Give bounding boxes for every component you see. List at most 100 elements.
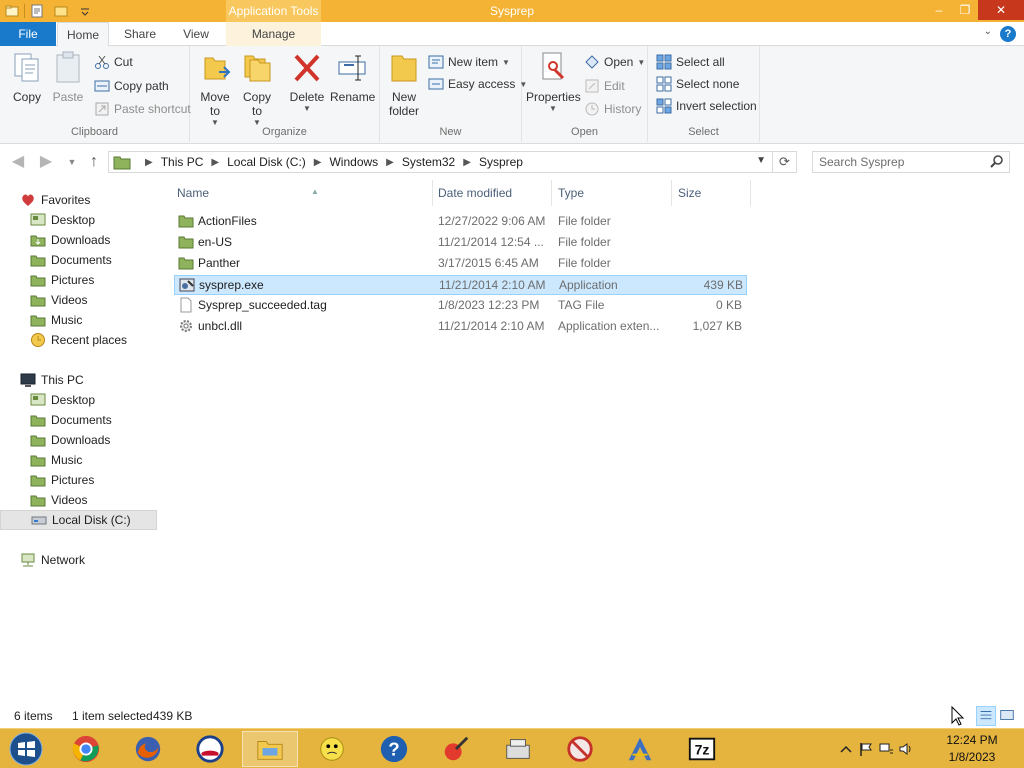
back-button[interactable]: ◀ [8, 152, 28, 172]
address-bar[interactable]: ▶ This PC ▶ Local Disk (C:) ▶ Windows ▶ … [108, 151, 797, 173]
nav-item-local-disk[interactable]: Local Disk (C:) [0, 510, 157, 530]
forward-button[interactable]: ▶ [36, 152, 56, 172]
volume-icon[interactable] [898, 741, 914, 757]
maximize-button[interactable]: ❐ [952, 0, 978, 20]
tab-home[interactable]: Home [57, 22, 109, 47]
chevron-up-icon[interactable] [838, 741, 854, 757]
copy-path-button[interactable]: Copy path [94, 76, 169, 96]
nav-this-pc[interactable]: This PC [0, 370, 157, 390]
select-all-button[interactable]: Select all [656, 52, 725, 72]
7zip-icon[interactable]: 7z [674, 731, 730, 767]
start-button[interactable] [6, 731, 46, 767]
invert-selection-button[interactable]: Invert selection [656, 96, 757, 116]
register-icon[interactable] [490, 731, 546, 767]
edit-button[interactable]: Edit [584, 76, 625, 96]
file-name: sysprep.exe [199, 278, 264, 292]
up-button[interactable]: ↑ [84, 152, 104, 172]
move-to-button[interactable]: Move to ▼ [196, 50, 234, 127]
chevron-down-icon[interactable]: ▼ [756, 155, 766, 166]
search-input[interactable] [813, 152, 983, 172]
tab-manage[interactable]: Manage [226, 22, 321, 46]
copy-button[interactable]: Copy [8, 50, 46, 104]
breadcrumb-item[interactable]: Sysprep [479, 155, 523, 169]
network-tray-icon[interactable] [878, 741, 894, 757]
nav-favorites[interactable]: Favorites [0, 190, 157, 210]
properties-button[interactable]: Properties ▼ [526, 50, 581, 113]
arch-icon[interactable] [612, 731, 668, 767]
nav-item-desktop[interactable]: Desktop [0, 390, 157, 410]
nav-item-recent-places[interactable]: Recent places [0, 330, 157, 350]
firefox-icon[interactable] [120, 731, 176, 767]
file-name: ActionFiles [198, 214, 257, 228]
nav-item-music[interactable]: Music [0, 310, 157, 330]
new-folder-icon[interactable] [54, 4, 68, 18]
help-icon[interactable]: ? [1000, 26, 1016, 42]
file-explorer-icon[interactable] [242, 731, 298, 767]
delete-button[interactable]: Delete ▼ [288, 50, 326, 113]
nav-item-videos[interactable]: Videos [0, 490, 157, 510]
paint-icon[interactable] [428, 731, 484, 767]
table-row-selected[interactable]: sysprep.exe 11/21/2014 2:10 AM Applicati… [174, 275, 747, 295]
breadcrumb-item[interactable]: Local Disk (C:) [227, 155, 306, 169]
history-button[interactable]: History [584, 99, 641, 119]
breadcrumb-item[interactable]: Windows [329, 155, 378, 169]
nav-item-documents[interactable]: Documents [0, 250, 157, 270]
large-icons-view-icon[interactable] [998, 706, 1018, 726]
nav-item-pictures[interactable]: Pictures [0, 470, 157, 490]
new-folder-button[interactable]: New folder [386, 50, 422, 118]
nav-item-pictures[interactable]: Pictures [0, 270, 157, 290]
table-row[interactable]: Sysprep_succeeded.tag 1/8/2023 12:23 PM … [174, 296, 747, 316]
refresh-icon[interactable]: ⟳ [772, 152, 796, 172]
tab-file[interactable]: File [0, 22, 56, 46]
cut-button[interactable]: Cut [94, 52, 133, 72]
select-group-label: Select [688, 126, 719, 138]
nav-item-label: Downloads [51, 433, 111, 447]
clock[interactable]: 12:24 PM 1/8/2023 [942, 732, 1002, 766]
flag-icon[interactable] [858, 741, 874, 757]
paste-shortcut-button[interactable]: Paste shortcut [94, 99, 191, 119]
table-row[interactable]: Panther 3/17/2015 6:45 AM File folder [174, 254, 747, 274]
windows-logo-icon [9, 732, 43, 766]
chevron-down-icon[interactable]: ⌄ [984, 26, 992, 37]
nav-item-desktop[interactable]: Desktop [0, 210, 157, 230]
easy-access-button[interactable]: Easy access ▼ [428, 74, 527, 94]
chrome-icon[interactable] [58, 731, 114, 767]
folder-icon [113, 156, 131, 170]
recent-locations-button[interactable]: ▼ [62, 152, 82, 172]
properties-icon[interactable] [30, 4, 44, 18]
nav-item-label: Local Disk (C:) [52, 513, 131, 527]
column-header-date[interactable]: Date modified [432, 180, 551, 206]
select-none-button[interactable]: Select none [656, 74, 739, 94]
table-row[interactable]: ActionFiles 12/27/2022 9:06 AM File fold… [174, 212, 747, 232]
chevron-down-icon[interactable] [78, 4, 92, 18]
open-button[interactable]: Open ▼ [584, 52, 645, 72]
column-header-name[interactable]: Name ▲ [174, 180, 432, 206]
new-item-button[interactable]: New item ▼ [428, 52, 510, 72]
minimize-button[interactable]: – [926, 0, 952, 20]
column-header-type[interactable]: Type [551, 180, 671, 206]
nav-item-videos[interactable]: Videos [0, 290, 157, 310]
nav-network[interactable]: Network [0, 550, 157, 570]
close-button[interactable]: ✕ [978, 0, 1024, 20]
smiley-icon[interactable] [304, 731, 360, 767]
nav-item-documents[interactable]: Documents [0, 410, 157, 430]
paste-button[interactable]: Paste [50, 50, 86, 104]
nav-item-downloads[interactable]: Downloads [0, 230, 157, 250]
breadcrumb-item[interactable]: This PC [161, 155, 204, 169]
no-sign-icon[interactable] [552, 731, 608, 767]
folder-icon[interactable] [5, 4, 19, 18]
nav-item-downloads[interactable]: Downloads [0, 430, 157, 450]
search-icon[interactable] [989, 154, 1005, 170]
rename-button[interactable]: Rename [330, 50, 375, 104]
tab-share[interactable]: Share [112, 22, 168, 46]
tab-view[interactable]: View [170, 22, 222, 46]
table-row[interactable]: unbcl.dll 11/21/2014 2:10 AM Application… [174, 317, 747, 337]
copy-to-button[interactable]: Copy to ▼ [238, 50, 276, 127]
help-icon[interactable]: ? [366, 731, 422, 767]
breadcrumb-item[interactable]: System32 [402, 155, 455, 169]
details-view-icon[interactable] [976, 706, 996, 726]
nav-item-music[interactable]: Music [0, 450, 157, 470]
column-header-size[interactable]: Size [671, 180, 751, 206]
obama-logo-icon[interactable] [182, 731, 238, 767]
table-row[interactable]: en-US 11/21/2014 12:54 ... File folder [174, 233, 747, 253]
